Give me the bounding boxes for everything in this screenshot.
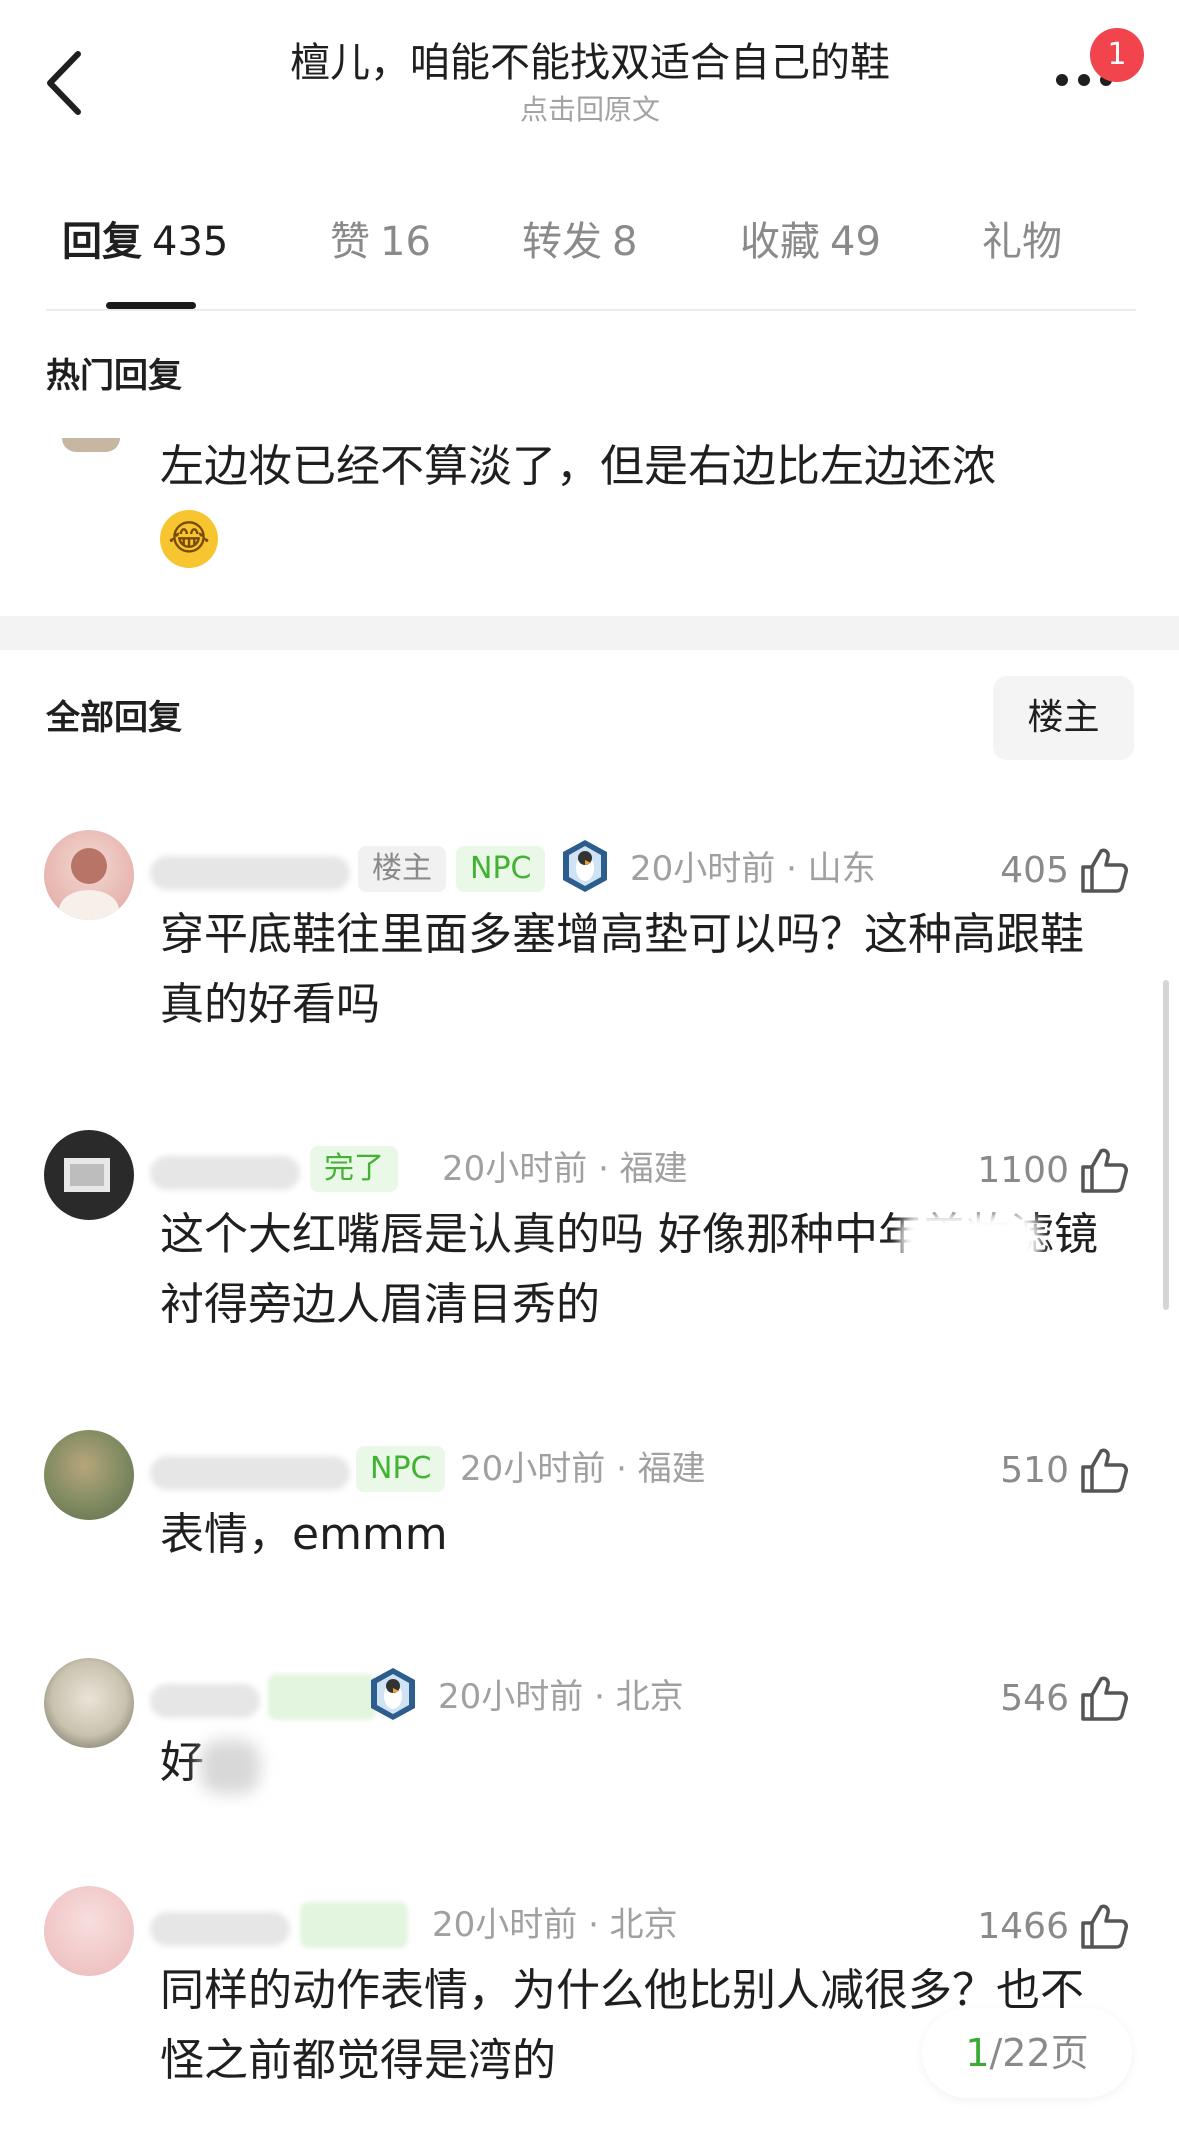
avatar[interactable] (44, 1886, 134, 1976)
comment-item[interactable]: 楼主 NPC 20小时前 · 山东 405 穿平底鞋往里面多塞增高垫可以吗？这种… (0, 830, 1179, 1080)
tab-count: 435 (152, 219, 229, 265)
tab-count: 49 (830, 219, 881, 265)
username[interactable] (150, 1456, 350, 1490)
owner-tag: 楼主 (358, 846, 446, 892)
tab-label: 礼物 (982, 219, 1062, 265)
comment-meta: 20小时前 · 福建 (460, 1449, 706, 1489)
tab-label: 收藏 (740, 219, 820, 265)
current-page: 1 (965, 2031, 990, 2075)
comment-meta: 20小时前 · 北京 (438, 1677, 684, 1717)
hot-reply-content: 左边妆已经不算淡了，但是右边比左边还浓 (160, 441, 996, 492)
chevron-left-icon (47, 51, 81, 115)
tab-favorites[interactable]: 收藏 49 (740, 212, 881, 272)
tab-reposts[interactable]: 转发 8 (522, 212, 637, 272)
thumbs-up-icon (1081, 1904, 1128, 1949)
page-title: 檀儿，咱能不能找双适合自己的鞋 (290, 40, 890, 86)
comment-meta: 20小时前 · 北京 (432, 1905, 678, 1945)
badge-tag: 完了 (310, 1146, 398, 1192)
tab-label: 转发 (522, 219, 602, 265)
username[interactable] (150, 1912, 290, 1946)
section-separator (0, 616, 1179, 650)
header: 檀儿，咱能不能找双适合自己的鞋 点击回原文 (180, 36, 1000, 128)
comment-item[interactable]: 20小时前 · 北京 546 好 (0, 1658, 1179, 1908)
like-count: 546 (1000, 1677, 1069, 1719)
thumbs-up-icon (1081, 1676, 1128, 1721)
like-count: 405 (1000, 849, 1069, 891)
username[interactable] (150, 1684, 260, 1718)
scrollbar[interactable] (1163, 980, 1169, 1310)
tab-gifts[interactable]: 礼物 (982, 212, 1062, 272)
back-button[interactable] (40, 48, 90, 118)
comment-item[interactable]: 完了 20小时前 · 福建 1100 这个大红嘴唇是认真的吗 好像那种中年美妆滤… (0, 1130, 1179, 1380)
tab-replies[interactable]: 回复 435 (62, 212, 228, 272)
penguin-medal-icon (563, 840, 607, 892)
blurred-tag (268, 1674, 376, 1720)
tab-count: 8 (612, 219, 638, 265)
like-count: 510 (1000, 1449, 1069, 1491)
tab-likes[interactable]: 赞 16 (330, 212, 431, 272)
blurred-tag (300, 1902, 408, 1948)
like-button[interactable]: 1100 (977, 1142, 1129, 1198)
thumbs-up-icon (1081, 848, 1128, 893)
avatar[interactable] (44, 1430, 134, 1520)
tab-divider (46, 309, 1136, 311)
like-button[interactable]: 405 (1000, 842, 1129, 898)
page-indicator[interactable]: 1/22页 (922, 2008, 1132, 2098)
hot-replies-title: 热门回复 (46, 356, 182, 396)
like-button[interactable]: 1466 (977, 1898, 1129, 1954)
comment-meta: 20小时前 · 山东 (630, 849, 876, 889)
comment-meta: 20小时前 · 福建 (442, 1149, 688, 1189)
all-replies-title: 全部回复 (46, 698, 182, 738)
penguin-medal-icon (371, 1668, 415, 1720)
hot-reply-text[interactable]: 左边妆已经不算淡了，但是右边比左边还浓 😂 (160, 432, 1120, 572)
comment-text: 穿平底鞋往里面多塞增高垫可以吗？这种高跟鞋真的好看吗 (160, 909, 1084, 1030)
npc-tag: NPC (356, 1446, 446, 1492)
avatar-illustration-icon (59, 848, 119, 920)
comment-text: 表情，emmm (160, 1509, 448, 1560)
like-button[interactable]: 546 (1000, 1670, 1129, 1726)
like-count: 1466 (977, 1905, 1069, 1947)
back-to-original-link[interactable]: 点击回原文 (180, 92, 1000, 128)
tab-label: 赞 (330, 219, 370, 265)
total-pages: /22页 (989, 2031, 1089, 2075)
like-button[interactable]: 510 (1000, 1442, 1129, 1498)
thumbs-up-icon (1081, 1148, 1128, 1193)
redaction-blur (900, 1212, 1040, 1270)
owner-only-filter-button[interactable]: 楼主 (993, 676, 1134, 760)
active-tab-indicator (106, 302, 196, 309)
npc-tag: NPC (456, 846, 546, 892)
like-count: 1100 (977, 1149, 1069, 1191)
avatar[interactable] (44, 1130, 134, 1220)
username[interactable] (150, 1156, 300, 1190)
comment-text: 好 (160, 1737, 204, 1788)
notification-badge: 1 (1090, 28, 1144, 82)
avatar[interactable] (62, 438, 120, 452)
tab-bar: 回复 435 赞 16 转发 8 收藏 49 礼物 (46, 212, 1136, 282)
tab-label: 回复 (62, 219, 142, 265)
username[interactable] (150, 856, 350, 890)
redaction-blur (200, 1740, 260, 1794)
avatar[interactable] (44, 830, 134, 920)
avatar[interactable] (44, 1658, 134, 1748)
thumbs-up-icon (1081, 1448, 1128, 1493)
tab-count: 16 (380, 219, 431, 265)
comment-item[interactable]: NPC 20小时前 · 福建 510 表情，emmm (0, 1430, 1179, 1680)
laughing-tears-emoji-icon: 😂 (160, 510, 218, 568)
avatar-photo-icon (64, 1158, 110, 1192)
